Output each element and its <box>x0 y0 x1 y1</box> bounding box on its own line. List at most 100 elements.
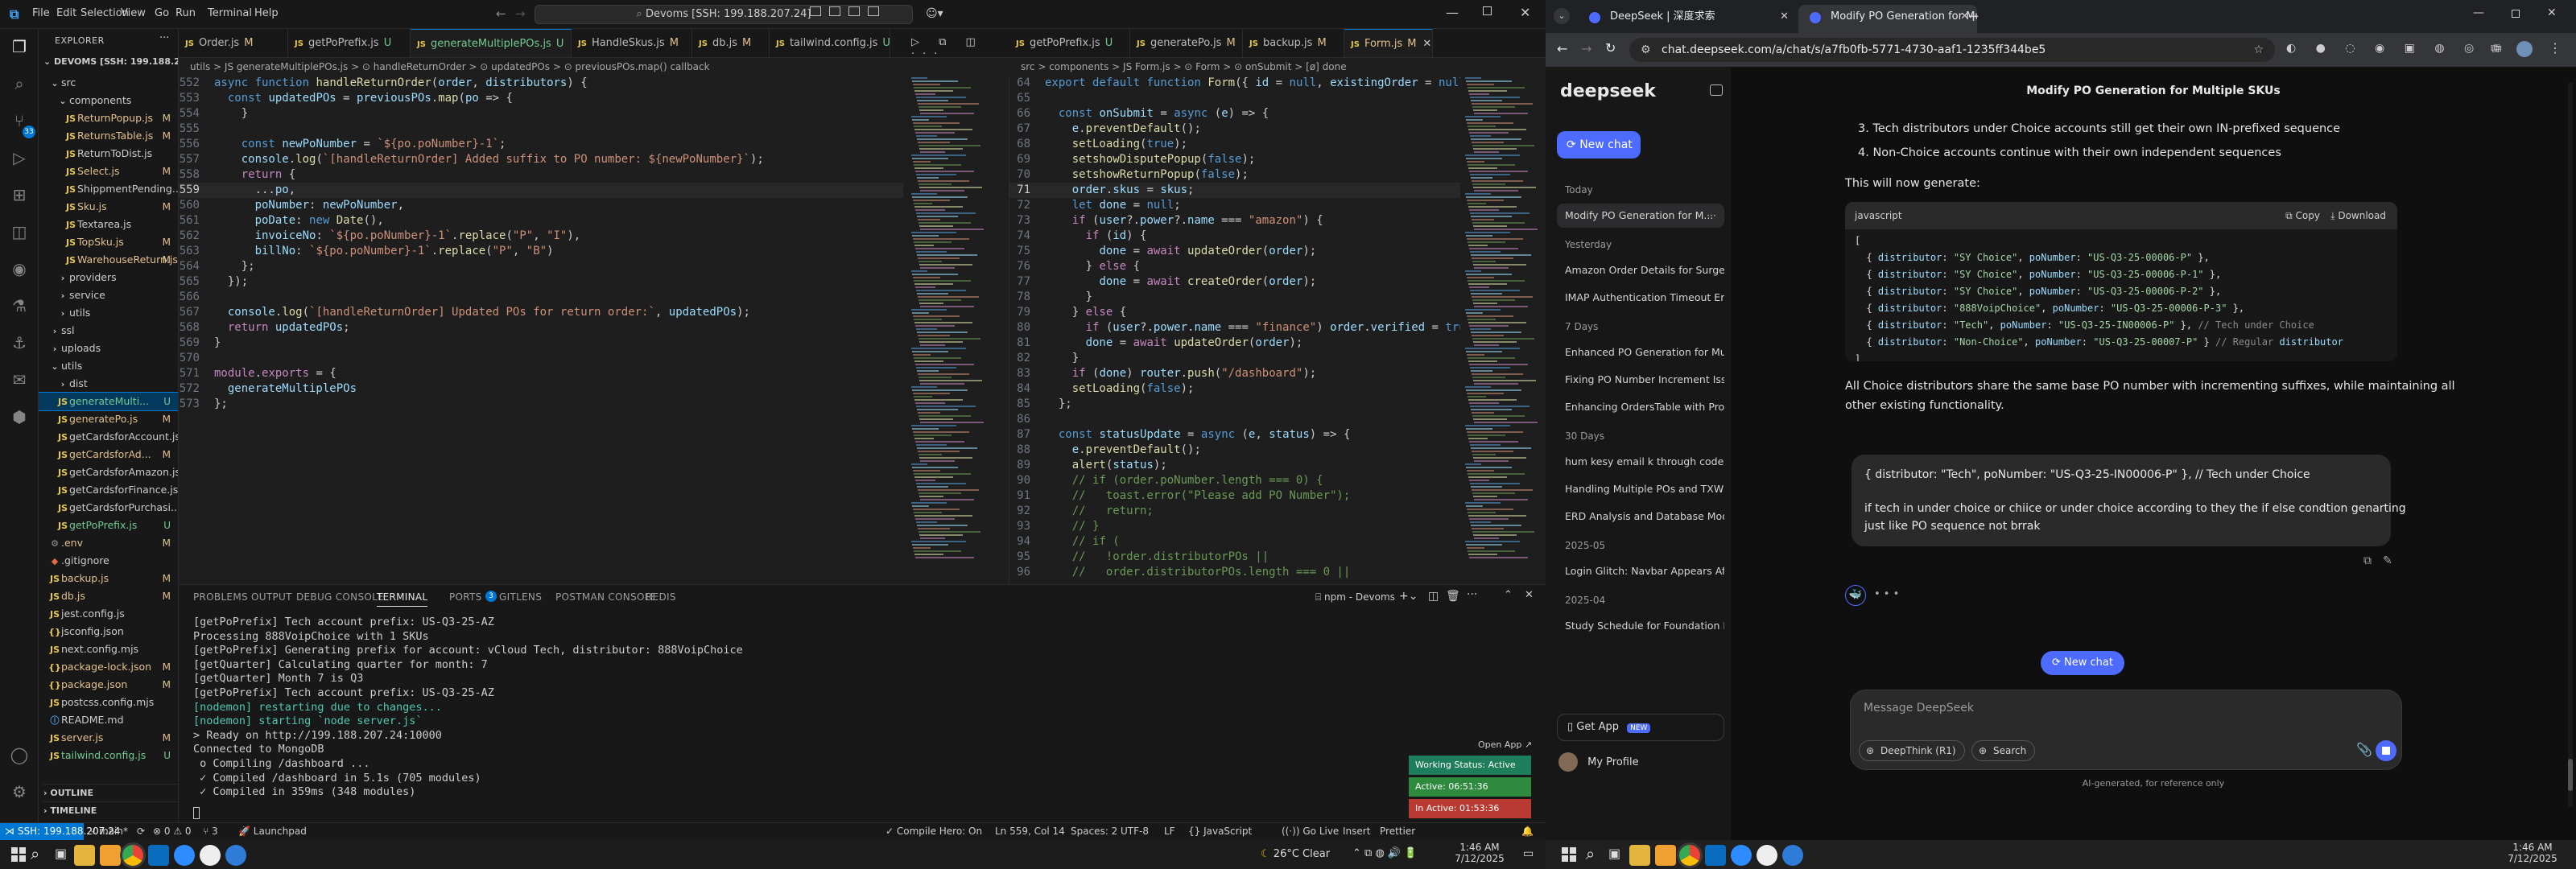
code-line[interactable]: 67 e.preventDefault(); <box>1009 121 1460 137</box>
editor-tab[interactable]: JS db.js M <box>692 29 770 57</box>
code-line[interactable]: 91 // toast.error("Please add PO Number"… <box>1009 488 1460 504</box>
code-line[interactable]: 572 generateMultiplePOs <box>179 381 903 397</box>
nav-forward-icon[interactable]: → <box>515 6 526 21</box>
ports-indicator[interactable]: ⑂ 3 <box>203 826 218 837</box>
tree-file[interactable]: {}jsconfig.json <box>39 623 178 640</box>
code-line[interactable]: 74 if (id) { <box>1009 229 1460 244</box>
history-item[interactable]: Handling Multiple POs and TXW <box>1557 477 1724 501</box>
code-line[interactable]: 93 // } <box>1009 519 1460 534</box>
edit-message-icon[interactable]: ✎ <box>2383 554 2392 567</box>
code-line[interactable]: 570 <box>179 351 903 366</box>
status-widget[interactable]: Active: 06:51:36 <box>1409 777 1531 797</box>
outline-section[interactable]: › OUTLINE <box>43 784 178 798</box>
history-item[interactable]: Enhancing OrdersTable with Prof <box>1557 395 1724 419</box>
tree-file[interactable]: JS getCardsforPurchasi... <box>39 499 178 517</box>
tree-file[interactable]: JS getCardsforAd... M <box>39 446 178 463</box>
tree-file[interactable]: JS Textarea.js <box>39 216 178 233</box>
code-line[interactable]: 81 done = await updateOrder(order); <box>1009 336 1460 351</box>
tree-file[interactable]: JS server.js M <box>39 729 178 747</box>
app-icon-black[interactable] <box>1757 845 1777 866</box>
close-icon[interactable]: ✕ <box>1520 5 1530 20</box>
split-terminal-icon[interactable]: ◫ <box>1428 590 1439 603</box>
editor-tab[interactable]: JS Order.js M <box>179 29 288 57</box>
code-line[interactable]: 88 e.preventDefault(); <box>1009 443 1460 458</box>
code-line[interactable]: 65 <box>1009 91 1460 106</box>
code-line[interactable]: 556 const newPoNumber = `${po.poNumber}-… <box>179 137 903 152</box>
editor-tab[interactable]: JS getPoPrefix.js U <box>288 29 411 57</box>
menu-file[interactable]: File <box>32 7 50 19</box>
tree-folder[interactable]: ⌄ src <box>39 74 178 92</box>
code-line[interactable]: 70 setshowReturnPopup(false); <box>1009 167 1460 183</box>
code-line[interactable]: 68 setLoading(true); <box>1009 137 1460 152</box>
menu-help[interactable]: Help <box>254 7 279 19</box>
code-line[interactable]: 552 async function handleReturnOrder(orde… <box>179 76 903 91</box>
tree-file[interactable]: JS db.js M <box>39 587 178 605</box>
status-widget[interactable]: In Active: 01:53:36 <box>1409 799 1531 818</box>
prettier-status[interactable]: Prettier <box>1380 826 1415 837</box>
maximize-icon[interactable] <box>2512 10 2520 18</box>
profile-avatar[interactable] <box>2516 41 2533 57</box>
minimize-icon[interactable]: — <box>1446 5 1459 20</box>
postman-icon[interactable]: ✉ <box>10 370 29 389</box>
tree-folder[interactable]: › utils <box>39 304 178 322</box>
code-line[interactable]: 77 done = await createOrder(order); <box>1009 274 1460 290</box>
editor-tab[interactable]: JS HandleSkus.js M <box>572 29 692 57</box>
code-line[interactable]: 573}; <box>179 397 903 412</box>
new-terminal-icon[interactable]: +⌄ <box>1399 590 1418 603</box>
history-item[interactable]: Modify PO Generation for M... ··· <box>1557 204 1724 228</box>
code-line[interactable]: 85 }; <box>1009 397 1460 412</box>
code-line[interactable]: 80 if (user?.power.name === "finance") o… <box>1009 320 1460 336</box>
zoom-icon[interactable] <box>174 845 195 866</box>
code-line[interactable]: 555 <box>179 121 903 137</box>
extension-icons[interactable]: ◐ ● ◌ ◉ ▣ ◍ ◎ ⧉ <box>2286 42 2510 55</box>
sync-icon[interactable]: ⟳ <box>137 826 145 837</box>
panel-tab-terminal[interactable]: TERMINAL <box>377 591 428 607</box>
code-line[interactable]: 567 console.log(`[handleReturnOrder] Upd… <box>179 305 903 320</box>
code-line[interactable]: 73 if (user?.power?.name === "amazon") { <box>1009 213 1460 229</box>
tree-folder[interactable]: ⌄ utils <box>39 357 178 375</box>
panel-tab-postman-console[interactable]: POSTMAN CONSOLE <box>555 591 657 603</box>
terminal-instance-label[interactable]: ⌸ npm - Devoms <box>1315 591 1395 603</box>
tree-folder[interactable]: › uploads <box>39 340 178 357</box>
app-icon-blue[interactable] <box>1782 845 1803 866</box>
tab-close-icon[interactable]: ✕ <box>1422 38 1431 50</box>
editor-tab[interactable]: JS generatePo.js M <box>1130 29 1243 57</box>
chrome-tab-modify-po[interactable]: Modify PO Generation for Multi... ✕ <box>1798 5 1977 33</box>
code-line[interactable]: 69 setshowDisputePopup(false); <box>1009 152 1460 167</box>
code-line[interactable]: 561 poDate: new Date(), <box>179 213 903 229</box>
run-debug-icon[interactable]: ▷ <box>10 148 29 167</box>
history-item[interactable]: IMAP Authentication Timeout Er <box>1557 286 1724 310</box>
notification-center-icon[interactable]: ▭ <box>1523 847 1534 860</box>
editor-tab[interactable]: JS Form.js M ✕ <box>1344 29 1433 57</box>
file-explorer-icon[interactable] <box>1629 845 1650 866</box>
minimap-left[interactable] <box>911 76 992 575</box>
insert-mode[interactable]: Insert <box>1343 826 1370 837</box>
message-input[interactable]: Message DeepSeek <box>1864 702 1974 715</box>
manage-gear-icon[interactable]: ⚙ <box>10 782 29 801</box>
code-line[interactable]: 94 // if ( <box>1009 534 1460 550</box>
editor-tab[interactable]: JS tailwind.config.js U <box>770 29 890 57</box>
panel-tab-redis[interactable]: REDIS <box>646 591 676 603</box>
maximize-panel-icon[interactable]: ⌃ <box>1504 589 1513 601</box>
accounts-icon[interactable]: ◯ <box>10 745 29 764</box>
tree-file[interactable]: JS generatePo.js M <box>39 410 178 428</box>
code-line[interactable]: 95 // !order.distributorPOs || <box>1009 550 1460 565</box>
reload-icon[interactable]: ↻ <box>1605 40 1616 56</box>
bookmark-star-icon[interactable]: ☆ <box>2253 38 2264 62</box>
history-item[interactable]: hum kesy email k through code <box>1557 450 1724 474</box>
panel-tab-gitlens[interactable]: GITLENS <box>499 591 542 603</box>
tree-folder[interactable]: › service <box>39 286 178 304</box>
code-line[interactable]: 558 return { <box>179 167 903 183</box>
code-line[interactable]: 87 const statusUpdate = async (e, status… <box>1009 427 1460 443</box>
get-app-button[interactable]: ▯ Get App NEW <box>1557 714 1724 741</box>
tree-file[interactable]: JS getCardsforFinance.js <box>39 481 178 499</box>
code-line[interactable]: 71 order.skus = skus; <box>1009 183 1460 198</box>
encoding[interactable]: UTF-8 <box>1121 826 1149 837</box>
code-line[interactable]: 564 }; <box>179 259 903 274</box>
code-line[interactable]: 96 // order.distributorPOs.length === 0 … <box>1009 565 1460 580</box>
store-icon[interactable] <box>100 845 121 866</box>
code-line[interactable]: 78 } <box>1009 290 1460 305</box>
search-toggle[interactable]: ⊕ Search <box>1971 740 2036 761</box>
tree-file[interactable]: JS generateMulti... U <box>39 392 178 411</box>
code-line[interactable]: 82 } <box>1009 351 1460 366</box>
